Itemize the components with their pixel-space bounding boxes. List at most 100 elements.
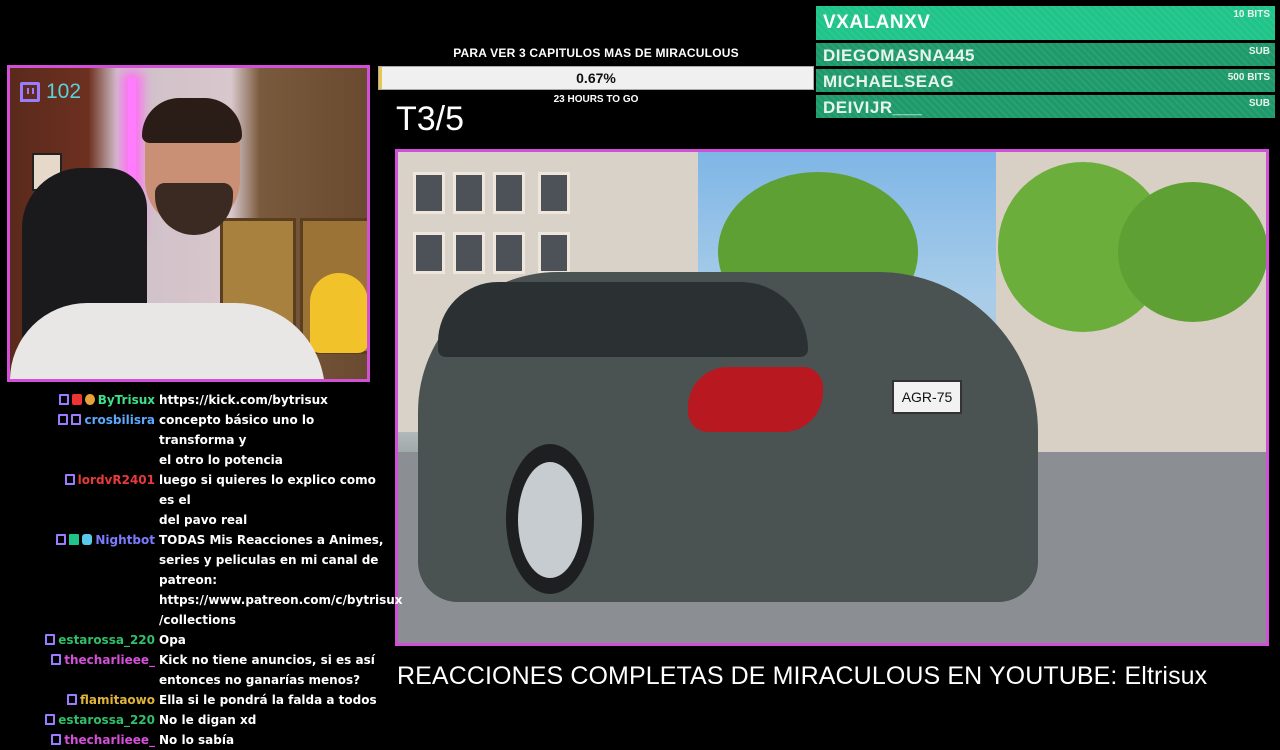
- chat-username[interactable]: flamitaowo: [80, 690, 155, 710]
- recent-events: VXALANXV 10 BITS DIEGOMASNA445 SUB MICHA…: [816, 6, 1275, 121]
- event-user: DIEGOMASNA445: [823, 46, 975, 65]
- chat-message-line: patreon:: [159, 573, 218, 587]
- chat-message-header: flamitaowo: [0, 690, 159, 710]
- chat-message-text: Opa: [159, 630, 387, 650]
- chat-message-line: series y peliculas en mi canal de: [159, 553, 379, 567]
- chat-message: crosbilisra concepto básico uno lo transf…: [0, 410, 392, 470]
- chat-panel: ByTrisux https://kick.com/bytrisux crosbil…: [0, 390, 403, 750]
- sub-badge-icon: [64, 474, 75, 485]
- red-badge-icon: [71, 394, 82, 405]
- chat-message: ByTrisux https://kick.com/bytrisux: [0, 390, 392, 410]
- viewer-count: 102: [20, 80, 81, 104]
- chat-username[interactable]: ByTrisux: [98, 390, 155, 410]
- chat-message-line: No le digan xd: [159, 713, 257, 727]
- chat-message: thecharlieee_ Kick no tiene anuncios, si …: [0, 650, 392, 690]
- chat-message-line: https://www.patreon.com/c/bytrisux: [159, 593, 403, 607]
- event-item: DIEGOMASNA445 SUB: [816, 43, 1275, 66]
- sub-badge-icon: [66, 694, 77, 705]
- sub-badge-icon: [45, 634, 56, 645]
- sub-badge-icon: [71, 414, 82, 425]
- chat-message: estarossa_220 No le digan xd: [0, 710, 392, 730]
- chat-message-header: thecharlieee_: [0, 730, 159, 750]
- chat-username[interactable]: lordvR2401: [78, 470, 155, 490]
- chat-message: Nightbot TODAS Mis Reacciones a Animes, se…: [0, 530, 403, 630]
- goal-widget: PARA VER 3 CAPITULOS MAS DE MIRACULOUS 0…: [378, 46, 814, 105]
- chat-message-text: Ella si le pondrá la falda a todos: [159, 690, 387, 710]
- chat-username[interactable]: Nightbot: [95, 530, 155, 550]
- plush-toy: [310, 273, 367, 353]
- streamer-hair: [142, 98, 242, 143]
- tree: [1118, 182, 1266, 322]
- chat-message-line: Kick no tiene anuncios, si es así: [159, 653, 375, 667]
- emo-badge-icon: [84, 394, 95, 405]
- sub-badge-icon: [51, 734, 62, 745]
- sub-badge-icon: [58, 394, 69, 405]
- chat-message-header: estarossa_220: [0, 630, 159, 650]
- window: [413, 232, 445, 274]
- chat-message-header: thecharlieee_: [0, 650, 159, 690]
- video-player[interactable]: AGR-75: [395, 149, 1269, 646]
- webcam-feed: 102: [7, 65, 370, 382]
- sub-badge-icon: [56, 534, 67, 545]
- chat-message-line: Opa: [159, 633, 186, 647]
- chat-message: estarossa_220 Opa: [0, 630, 392, 650]
- goal-percent: 0.67%: [576, 70, 616, 86]
- event-item: MICHAELSEAG 500 BITS: [816, 69, 1275, 92]
- chat-username[interactable]: crosbilisra: [84, 410, 155, 430]
- goal-title: PARA VER 3 CAPITULOS MAS DE MIRACULOUS: [453, 46, 739, 60]
- chat-message-text: https://kick.com/bytrisux: [159, 390, 387, 410]
- event-type: 10 BITS: [1233, 9, 1270, 20]
- chat-message-text: TODAS Mis Reacciones a Animes, series y p…: [159, 530, 403, 630]
- chat-message-text: concepto básico uno lo transforma y el ot…: [159, 410, 387, 470]
- window: [493, 172, 525, 214]
- chat-message: thecharlieee_ No lo sabía: [0, 730, 392, 750]
- window: [453, 172, 485, 214]
- chk-badge-icon: [69, 534, 80, 545]
- car-window: [438, 282, 808, 357]
- sub-badge-icon: [51, 654, 62, 665]
- chat-message: flamitaowo Ella si le pondrá la falda a t…: [0, 690, 392, 710]
- chat-username[interactable]: thecharlieee_: [64, 650, 155, 670]
- event-type: SUB: [1248, 98, 1270, 109]
- chat-message-line: concepto básico uno lo transforma y: [159, 413, 315, 447]
- chat-message-text: No le digan xd: [159, 710, 387, 730]
- chat-message-line: entonces no ganarías menos?: [159, 673, 361, 687]
- chat-message-text: Kick no tiene anuncios, si es así entonce…: [159, 650, 387, 690]
- youtube-banner: REACCIONES COMPLETAS DE MIRACULOUS EN YO…: [397, 662, 1208, 690]
- chat-message-line: /collections: [159, 613, 236, 627]
- event-type: SUB: [1248, 46, 1270, 57]
- event-user: VXALANXV: [823, 12, 931, 33]
- chat-message-text: luego si quieres lo explico como es el de…: [159, 470, 387, 530]
- streamer-shirt: [10, 303, 325, 379]
- window: [538, 232, 570, 274]
- goal-progress-bar: 0.67%: [378, 66, 814, 90]
- bot-badge-icon: [82, 534, 93, 545]
- chat-username[interactable]: estarossa_220: [58, 710, 155, 730]
- chat-message-line: No lo sabía: [159, 733, 235, 747]
- tail-light: [688, 367, 823, 432]
- event-user: DEIVIJR___: [823, 98, 923, 117]
- wheel-rim: [518, 462, 582, 578]
- chat-username[interactable]: estarossa_220: [58, 630, 155, 650]
- chat-message-text: No lo sabía: [159, 730, 387, 750]
- chat-message-header: lordvR2401: [0, 470, 159, 530]
- chat-message-line: Ella si le pondrá la falda a todos: [159, 693, 377, 707]
- chat-message-header: Nightbot: [0, 530, 159, 630]
- chat-username[interactable]: thecharlieee_: [64, 730, 155, 750]
- episode-label: T3/5: [396, 100, 465, 138]
- chat-message: lordvR2401 luego si quieres lo explico co…: [0, 470, 392, 530]
- chat-message-header: ByTrisux: [0, 390, 159, 410]
- window: [413, 172, 445, 214]
- event-item: VXALANXV 10 BITS: [816, 6, 1275, 40]
- sub-badge-icon: [58, 414, 69, 425]
- event-item: DEIVIJR___ SUB: [816, 95, 1275, 118]
- chat-message-line: https://kick.com/bytrisux: [159, 393, 328, 407]
- event-type: 500 BITS: [1227, 72, 1270, 83]
- chat-message-line: del pavo real: [159, 513, 248, 527]
- window: [453, 232, 485, 274]
- window: [538, 172, 570, 214]
- license-plate: AGR-75: [892, 380, 962, 414]
- chat-message-line: TODAS Mis Reacciones a Animes,: [159, 533, 384, 547]
- viewer-count-value: 102: [46, 80, 82, 103]
- window: [493, 232, 525, 274]
